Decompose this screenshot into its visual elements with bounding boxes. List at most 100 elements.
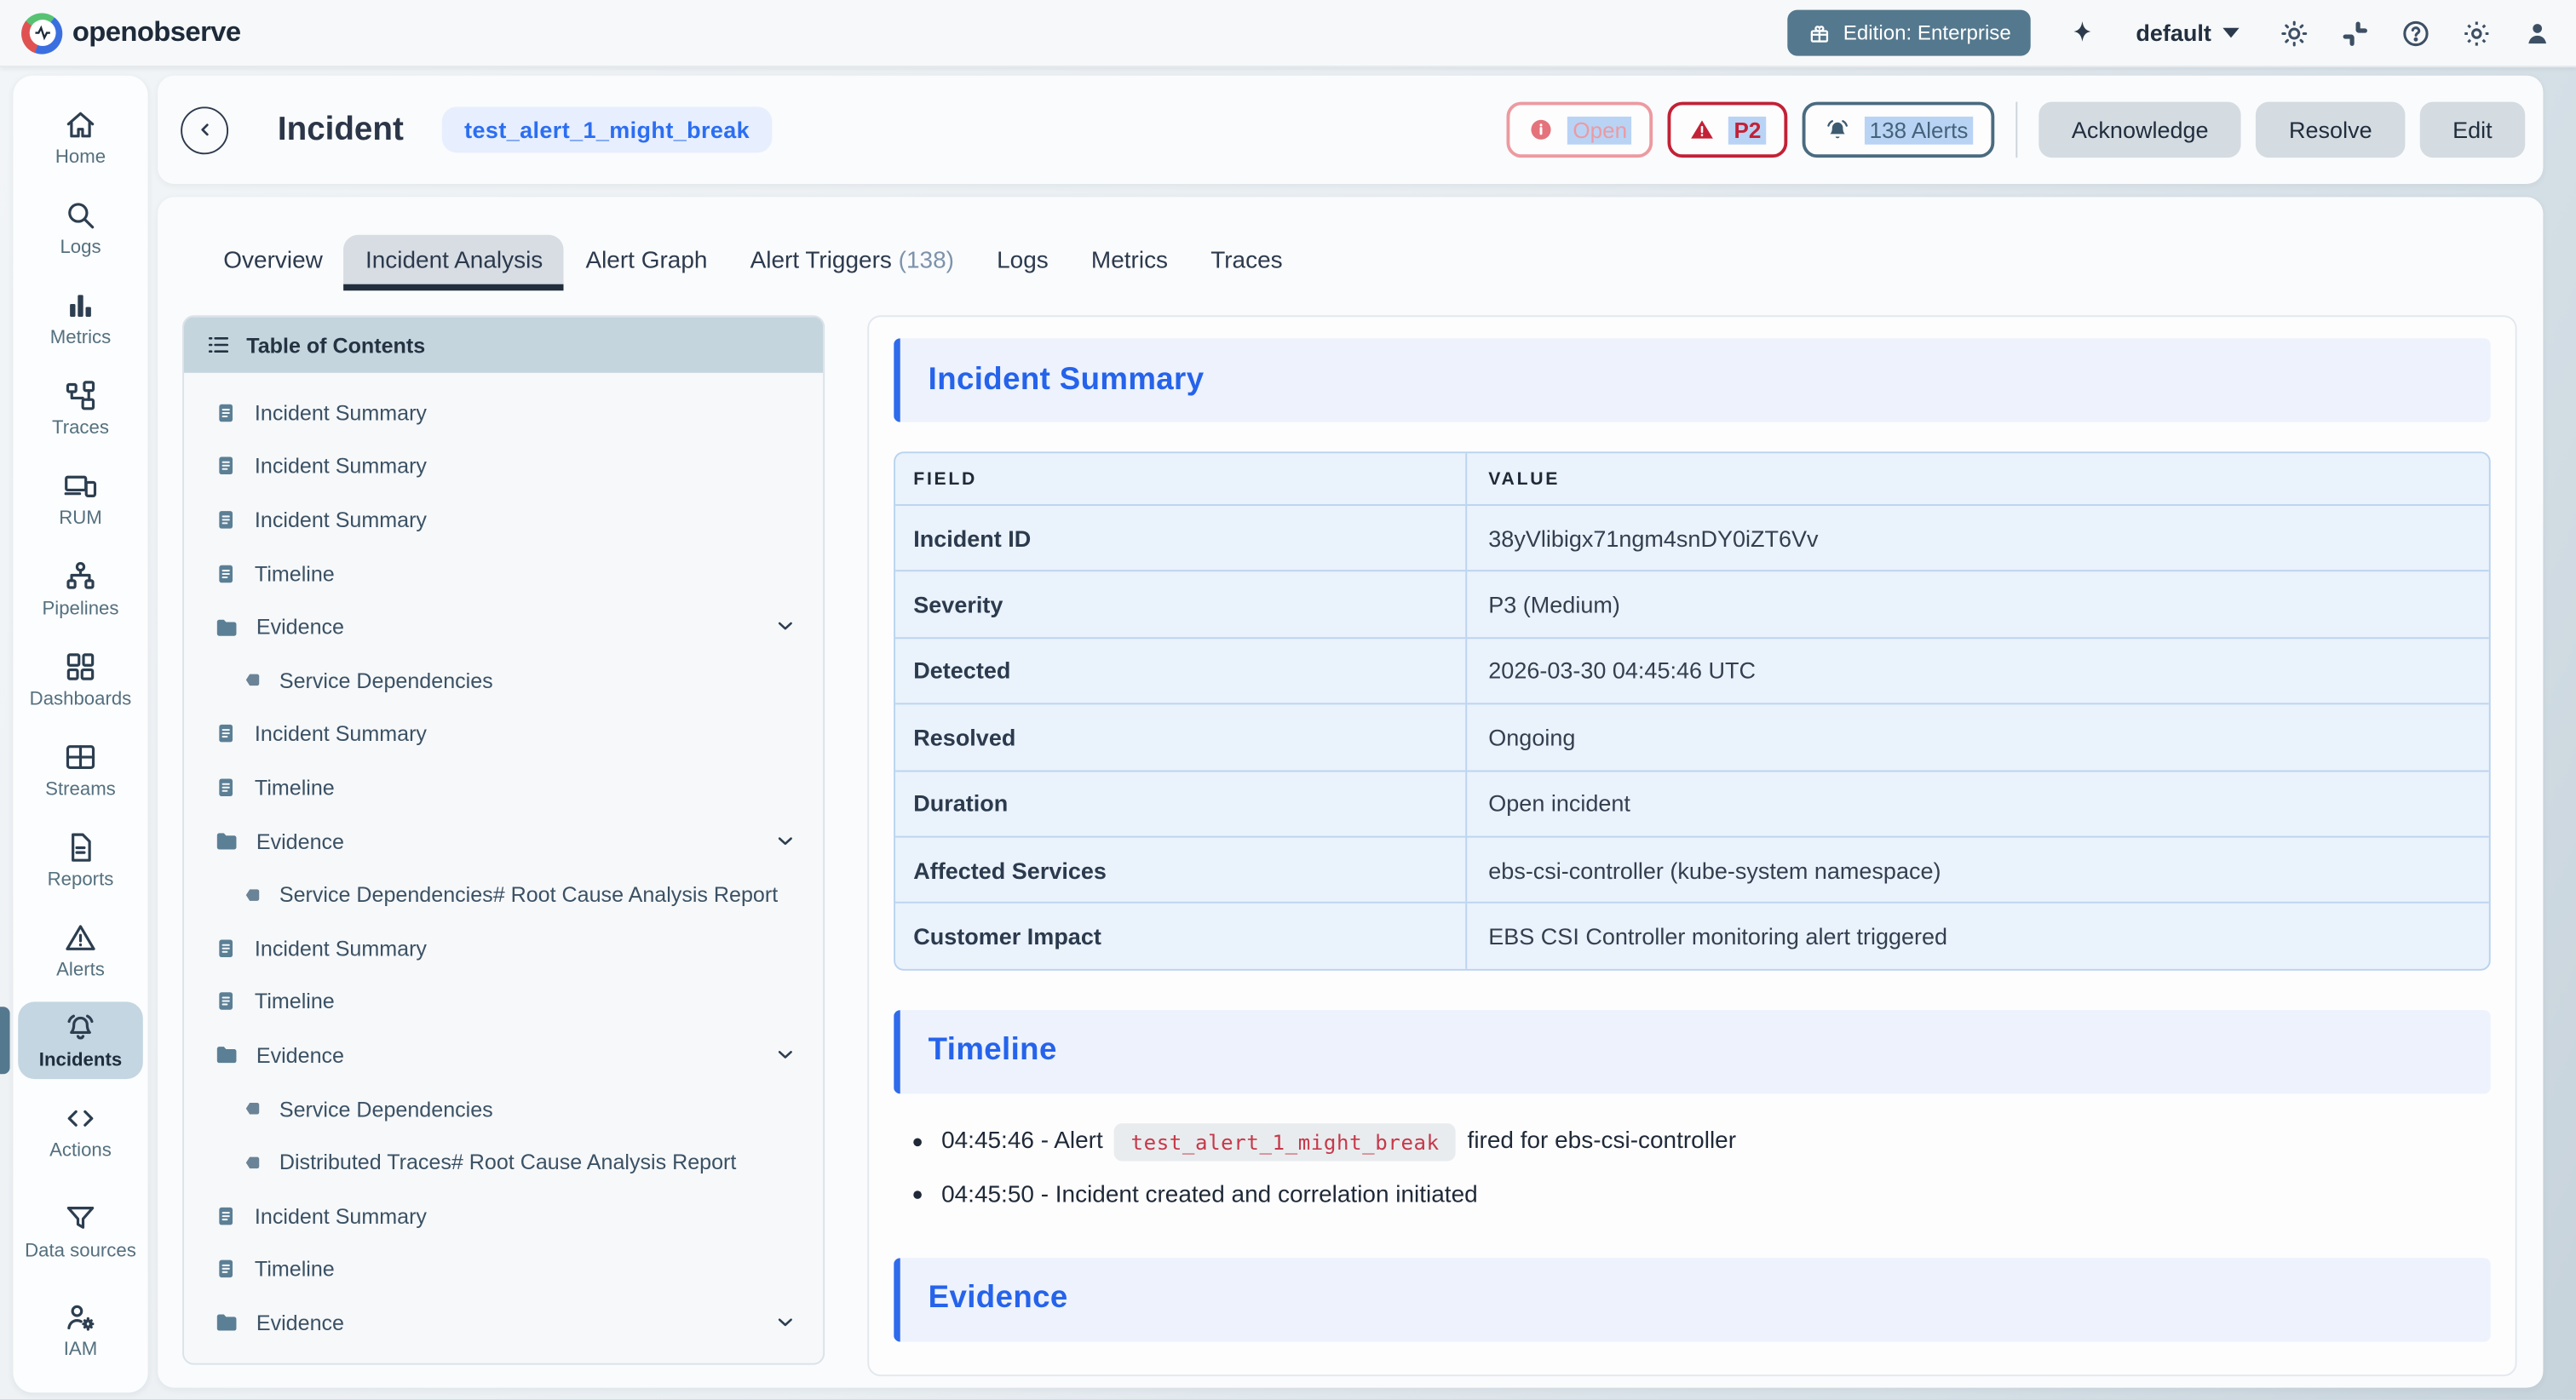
incident-analysis-panel[interactable]: Incident Summary FIELDVALUEIncident ID38… <box>867 315 2516 1376</box>
table-header-row: FIELDVALUE <box>895 453 2489 504</box>
toc-item-service-dependencies[interactable]: Service Dependencies <box>184 654 823 708</box>
incidents-icon <box>62 1010 98 1046</box>
toc-item-incident-summary[interactable]: Incident Summary <box>184 439 823 493</box>
sidebar-item-label: Reports <box>48 870 114 890</box>
timeline-event: 04:45:50 - Incident created and correlat… <box>913 1182 2490 1208</box>
sidebar-item-dashboards[interactable]: Dashboards <box>13 634 147 724</box>
bullet-tag-icon <box>243 670 262 690</box>
toc-item-label: Service Dependencies <box>279 668 493 692</box>
toc-item-service-dependencies-root-cause-analysis-report[interactable]: Service Dependencies# Root Cause Analysi… <box>184 868 823 921</box>
table-row: ResolvedOngoing <box>895 703 2489 770</box>
settings-gear-icon[interactable] <box>2459 16 2493 49</box>
edit-button[interactable]: Edit <box>2420 102 2526 158</box>
sidebar-item-iam[interactable]: IAM <box>13 1284 147 1374</box>
status-open-label: Open <box>1568 116 1632 144</box>
logo-wordmark: openobserve <box>72 16 241 49</box>
toc-item-evidence[interactable]: Evidence <box>184 600 823 654</box>
top-navbar: openobserve Edition: Enterprise default <box>0 0 2576 67</box>
toc-item-timeline[interactable]: Timeline <box>184 975 823 1029</box>
value-cell: 2026-03-30 04:45:46 UTC <box>1467 639 2489 703</box>
timeline-event-list: 04:45:46 - Alerttest_alert_1_might_break… <box>894 1123 2491 1208</box>
toc-item-distributed-traces-root-cause-analysis-report[interactable]: Distributed Traces# Root Cause Analysis … <box>184 1135 823 1189</box>
sidebar-item-incidents[interactable]: Incidents <box>13 995 147 1086</box>
sidebar-item-data-sources[interactable]: Data sources <box>13 1176 147 1284</box>
sidebar-item-streams[interactable]: Streams <box>13 724 147 814</box>
rum-icon <box>62 468 98 504</box>
tab-traces[interactable]: Traces <box>1189 235 1304 291</box>
section-title: Timeline <box>929 1034 1057 1070</box>
toc-header: Table of Contents <box>184 317 823 373</box>
toc-item-label: Incident Summary <box>255 721 427 746</box>
toc-item-incident-summary[interactable]: Incident Summary <box>184 386 823 439</box>
acknowledge-button[interactable]: Acknowledge <box>2038 102 2241 158</box>
sidebar-item-rum[interactable]: RUM <box>13 453 147 543</box>
table-row: Detected2026-03-30 04:45:46 UTC <box>895 637 2489 703</box>
theme-toggle-sun-icon[interactable] <box>2277 16 2310 49</box>
sidebar-item-actions[interactable]: Actions <box>13 1086 147 1176</box>
document-icon <box>214 454 239 479</box>
back-button[interactable] <box>181 106 228 153</box>
chevron-down-icon[interactable] <box>773 1043 796 1066</box>
sidebar-item-label: Metrics <box>50 329 111 348</box>
toc-list: Incident SummaryIncident SummaryIncident… <box>184 373 823 1350</box>
sidebar-item-label: Alerts <box>56 961 105 980</box>
toc-item-incident-summary[interactable]: Incident Summary <box>184 493 823 547</box>
sidebar-item-alerts[interactable]: Alerts <box>13 905 147 995</box>
tab-logs[interactable]: Logs <box>975 235 1070 291</box>
help-icon[interactable] <box>2399 16 2432 49</box>
toc-item-timeline[interactable]: Timeline <box>184 760 823 814</box>
event-text: 04:45:46 - Alert <box>941 1128 1103 1155</box>
toc-item-evidence[interactable]: Evidence <box>184 814 823 868</box>
org-selector-value: default <box>2136 20 2211 46</box>
incident-summary-section-header: Incident Summary <box>894 338 2491 422</box>
folder-icon <box>214 828 240 854</box>
table-row: DurationOpen incident <box>895 770 2489 836</box>
toc-item-timeline[interactable]: Timeline <box>184 547 823 600</box>
toc-item-label: Timeline <box>255 561 335 586</box>
tab-incident-analysis[interactable]: Incident Analysis <box>344 235 564 291</box>
tab-alert-triggers[interactable]: Alert Triggers (138) <box>729 235 976 291</box>
sidebar-item-pipelines[interactable]: Pipelines <box>13 543 147 634</box>
chevron-down-icon[interactable] <box>773 829 796 852</box>
tab-overview[interactable]: Overview <box>202 235 344 291</box>
tab-metrics[interactable]: Metrics <box>1070 235 1189 291</box>
toc-item-label: Evidence <box>256 829 344 853</box>
toc-item-evidence[interactable]: Evidence <box>184 1029 823 1082</box>
tab-alert-graph[interactable]: Alert Graph <box>564 235 728 291</box>
slack-icon[interactable] <box>2337 16 2371 49</box>
toc-item-incident-summary[interactable]: Incident Summary <box>184 921 823 975</box>
resolve-button[interactable]: Resolve <box>2256 102 2405 158</box>
toc-item-incident-summary[interactable]: Incident Summary <box>184 1189 823 1242</box>
sidebar-item-label: Data sources <box>25 1241 136 1260</box>
document-icon <box>214 1203 239 1228</box>
incident-name-badge[interactable]: test_alert_1_might_break <box>441 106 773 152</box>
field-cell: Affected Services <box>895 837 1467 902</box>
tab-label: Incident Analysis <box>365 248 543 274</box>
openobserve-logo[interactable]: openobserve <box>21 12 240 53</box>
sparkle-icon[interactable] <box>2065 16 2098 49</box>
chevron-down-icon[interactable] <box>773 615 796 638</box>
bullet-icon <box>913 1138 922 1146</box>
toc-item-incident-summary[interactable]: Incident Summary <box>184 707 823 760</box>
sidebar-item-home[interactable]: Home <box>13 92 147 182</box>
document-icon <box>214 721 239 746</box>
folder-icon <box>214 1310 240 1336</box>
streams-icon <box>62 739 98 775</box>
section-title: Incident Summary <box>929 362 1205 398</box>
tab-bar: Overview Incident Analysis Alert GraphAler… <box>202 230 1303 290</box>
tab-label: Overview <box>223 248 323 274</box>
field-cell: Detected <box>895 639 1467 703</box>
field-cell: Resolved <box>895 705 1467 770</box>
toc-item-timeline[interactable]: Timeline <box>184 1242 823 1296</box>
sidebar-item-logs[interactable]: Logs <box>13 182 147 273</box>
chevron-down-icon[interactable] <box>773 1311 796 1334</box>
sidebar-item-label: IAM <box>64 1340 97 1360</box>
sidebar-item-reports[interactable]: Reports <box>13 815 147 905</box>
org-selector[interactable]: default <box>2136 20 2239 46</box>
toc-item-service-dependencies[interactable]: Service Dependencies <box>184 1082 823 1135</box>
user-icon[interactable] <box>2520 16 2553 49</box>
sidebar-item-metrics[interactable]: Metrics <box>13 273 147 363</box>
toc-item-evidence[interactable]: Evidence <box>184 1296 823 1350</box>
table-row: Affected Servicesebs-csi-controller (kub… <box>895 836 2489 903</box>
sidebar-item-traces[interactable]: Traces <box>13 363 147 453</box>
